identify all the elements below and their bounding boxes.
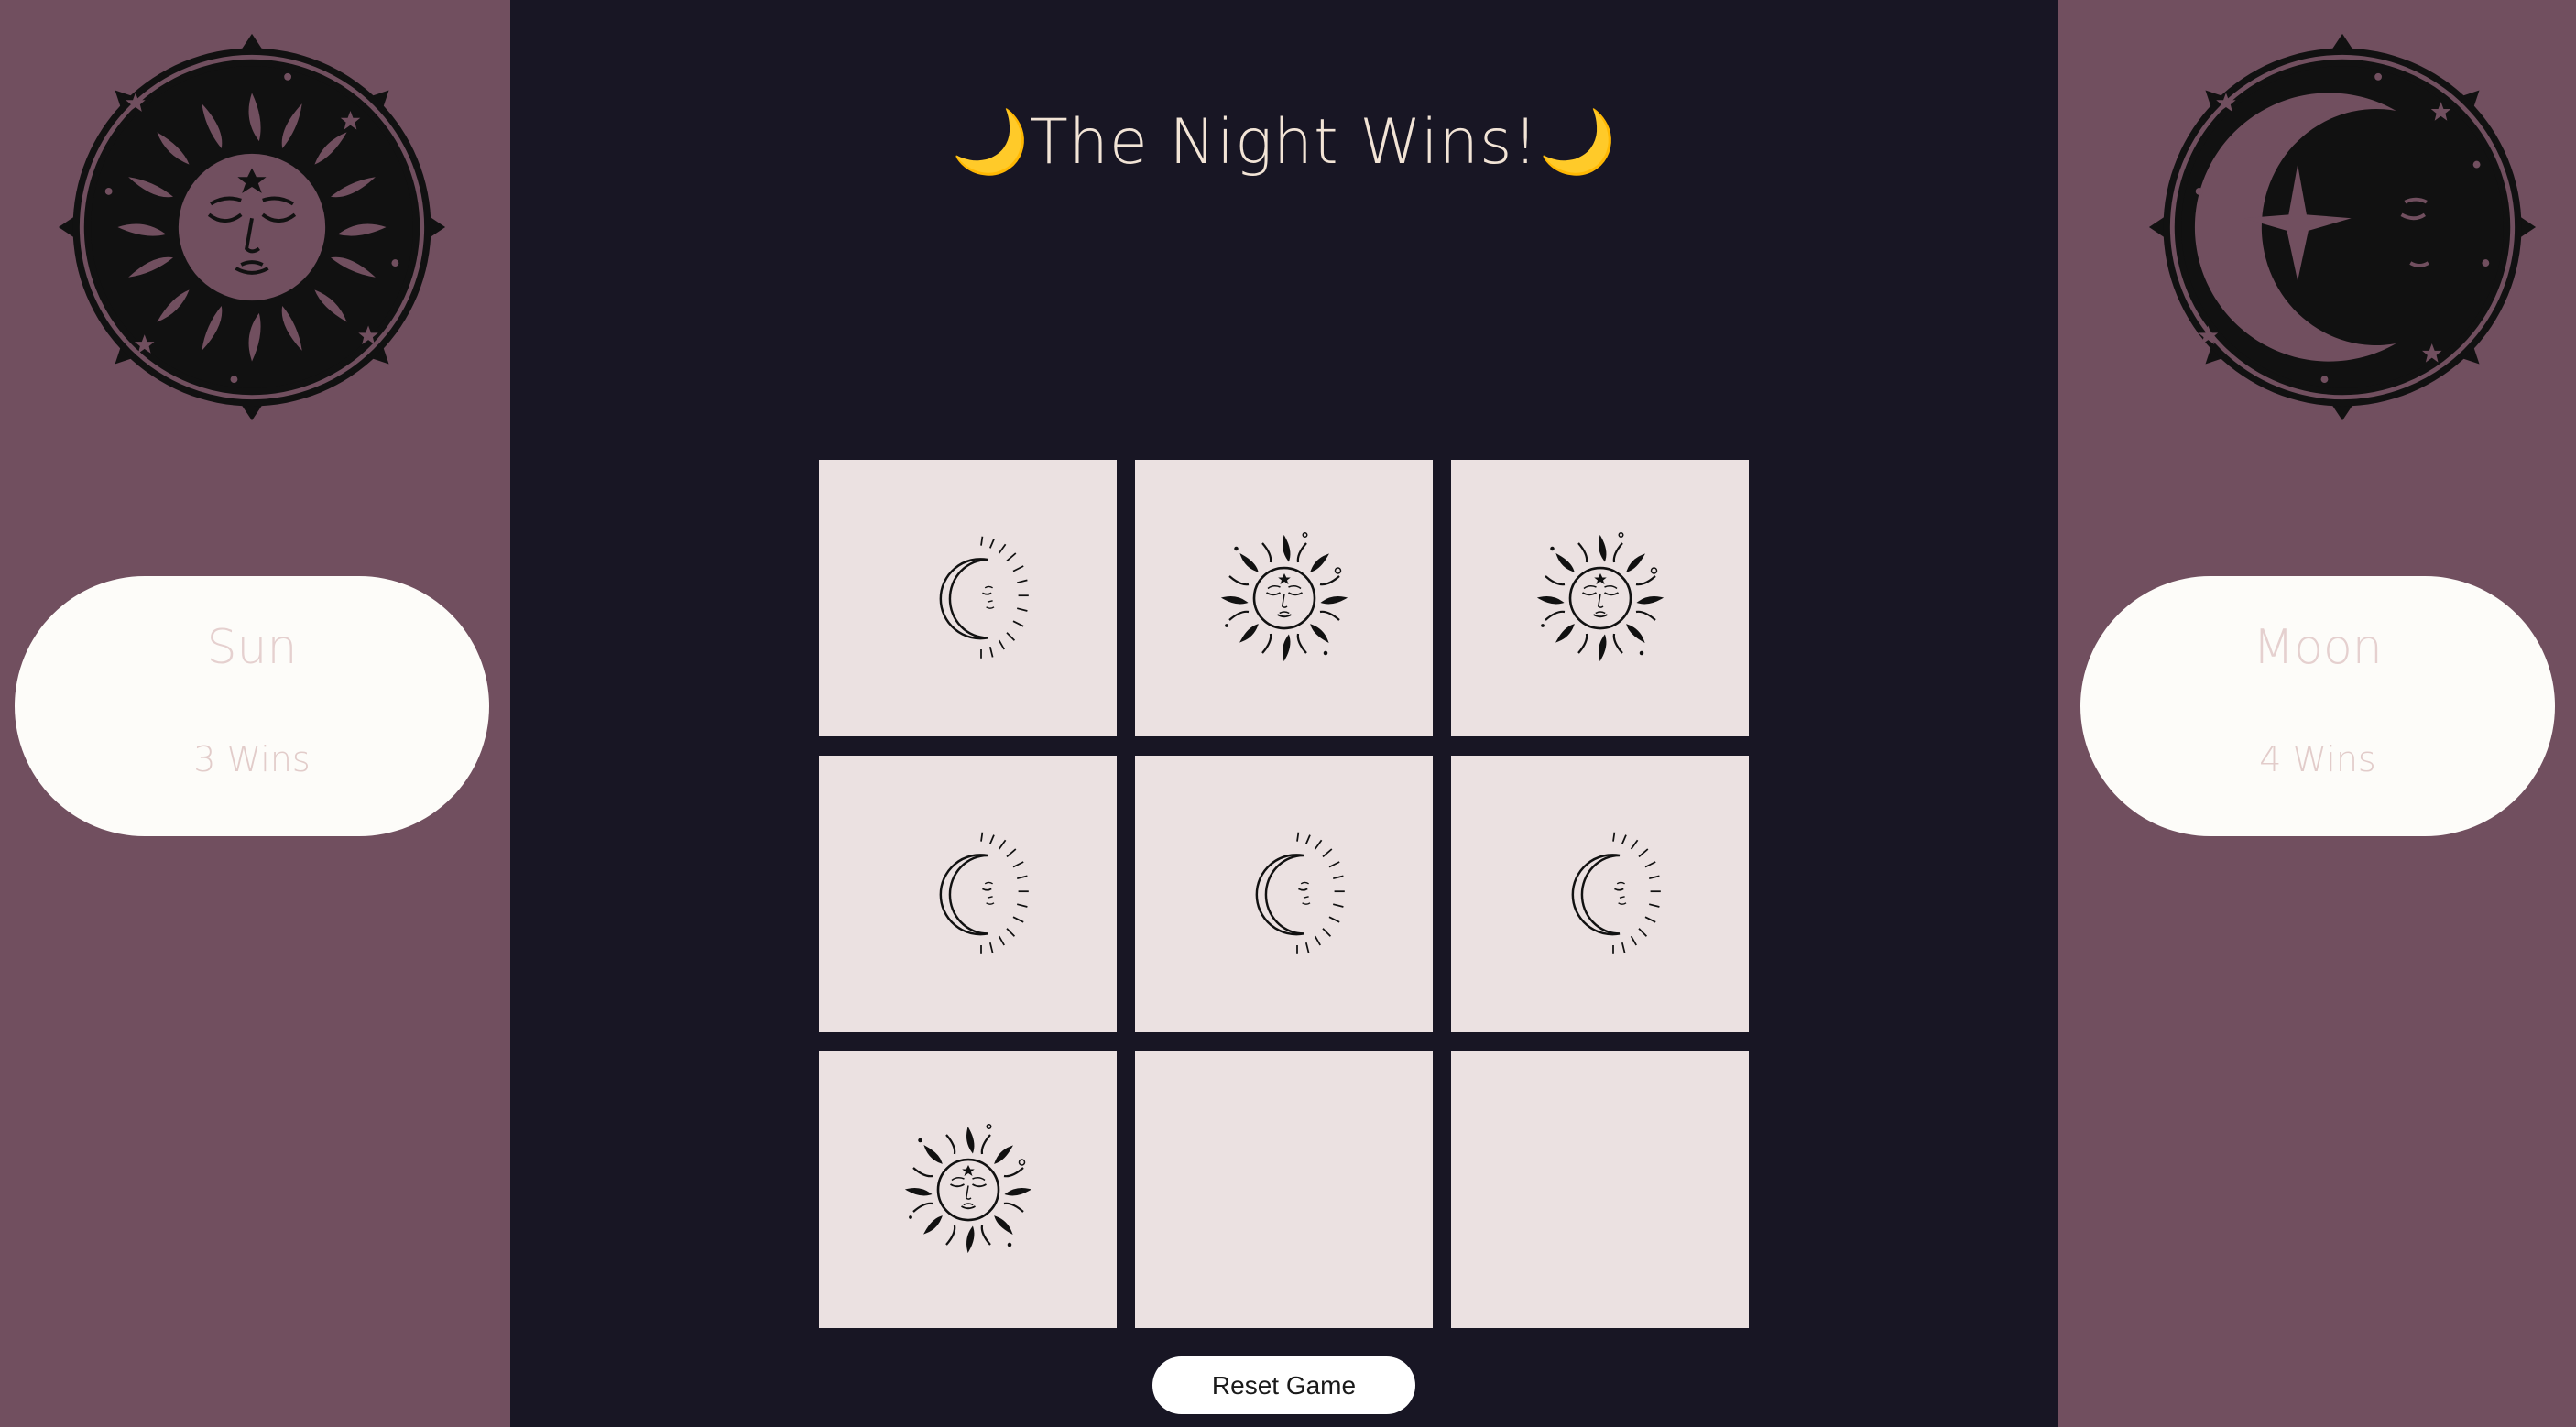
- sun-face-emblem-icon: [58, 33, 446, 421]
- moon-mark-icon: [1255, 831, 1346, 956]
- board-cell-7[interactable]: [819, 1051, 1117, 1328]
- moon-player-name: Moon: [2253, 620, 2383, 675]
- sun-wins-count: 3 Wins: [193, 739, 311, 779]
- reset-game-button[interactable]: Reset Game: [1152, 1356, 1415, 1414]
- sun-mark-icon: [1222, 531, 1346, 660]
- sun-score-card: Sun 3 Wins: [15, 576, 489, 836]
- sun-player-panel: Sun 3 Wins: [0, 0, 510, 1427]
- moon-mark-icon: [939, 535, 1030, 660]
- board-cell-8[interactable]: [1135, 1051, 1433, 1328]
- moon-mark-icon: [1571, 831, 1662, 956]
- board-cell-5[interactable]: [1135, 756, 1433, 1032]
- board-cell-1[interactable]: [819, 460, 1117, 736]
- moon-mark-icon: [939, 831, 1030, 956]
- moon-score-card: Moon 4 Wins: [2080, 576, 2555, 836]
- board-cell-6[interactable]: [1451, 756, 1749, 1032]
- crescent-moon-emblem-icon: [2148, 33, 2537, 421]
- board-cell-2[interactable]: [1135, 460, 1433, 736]
- moon-player-panel: Moon 4 Wins: [2058, 0, 2576, 1427]
- sun-mark-icon: [1538, 531, 1662, 660]
- moon-wins-count: 4 Wins: [2259, 739, 2376, 779]
- game-status-text: The Night Wins!: [1030, 106, 1539, 179]
- game-board: [819, 460, 1750, 1328]
- game-status-title: 🌙The Night Wins!🌙: [510, 105, 2058, 179]
- sun-player-name: Sun: [206, 620, 298, 675]
- sun-mark-icon: [906, 1123, 1030, 1252]
- crescent-moon-icon: 🌙: [951, 106, 1031, 179]
- board-cell-9[interactable]: [1451, 1051, 1749, 1328]
- board-cell-3[interactable]: [1451, 460, 1749, 736]
- crescent-moon-icon: 🌙: [1538, 106, 1618, 179]
- board-cell-4[interactable]: [819, 756, 1117, 1032]
